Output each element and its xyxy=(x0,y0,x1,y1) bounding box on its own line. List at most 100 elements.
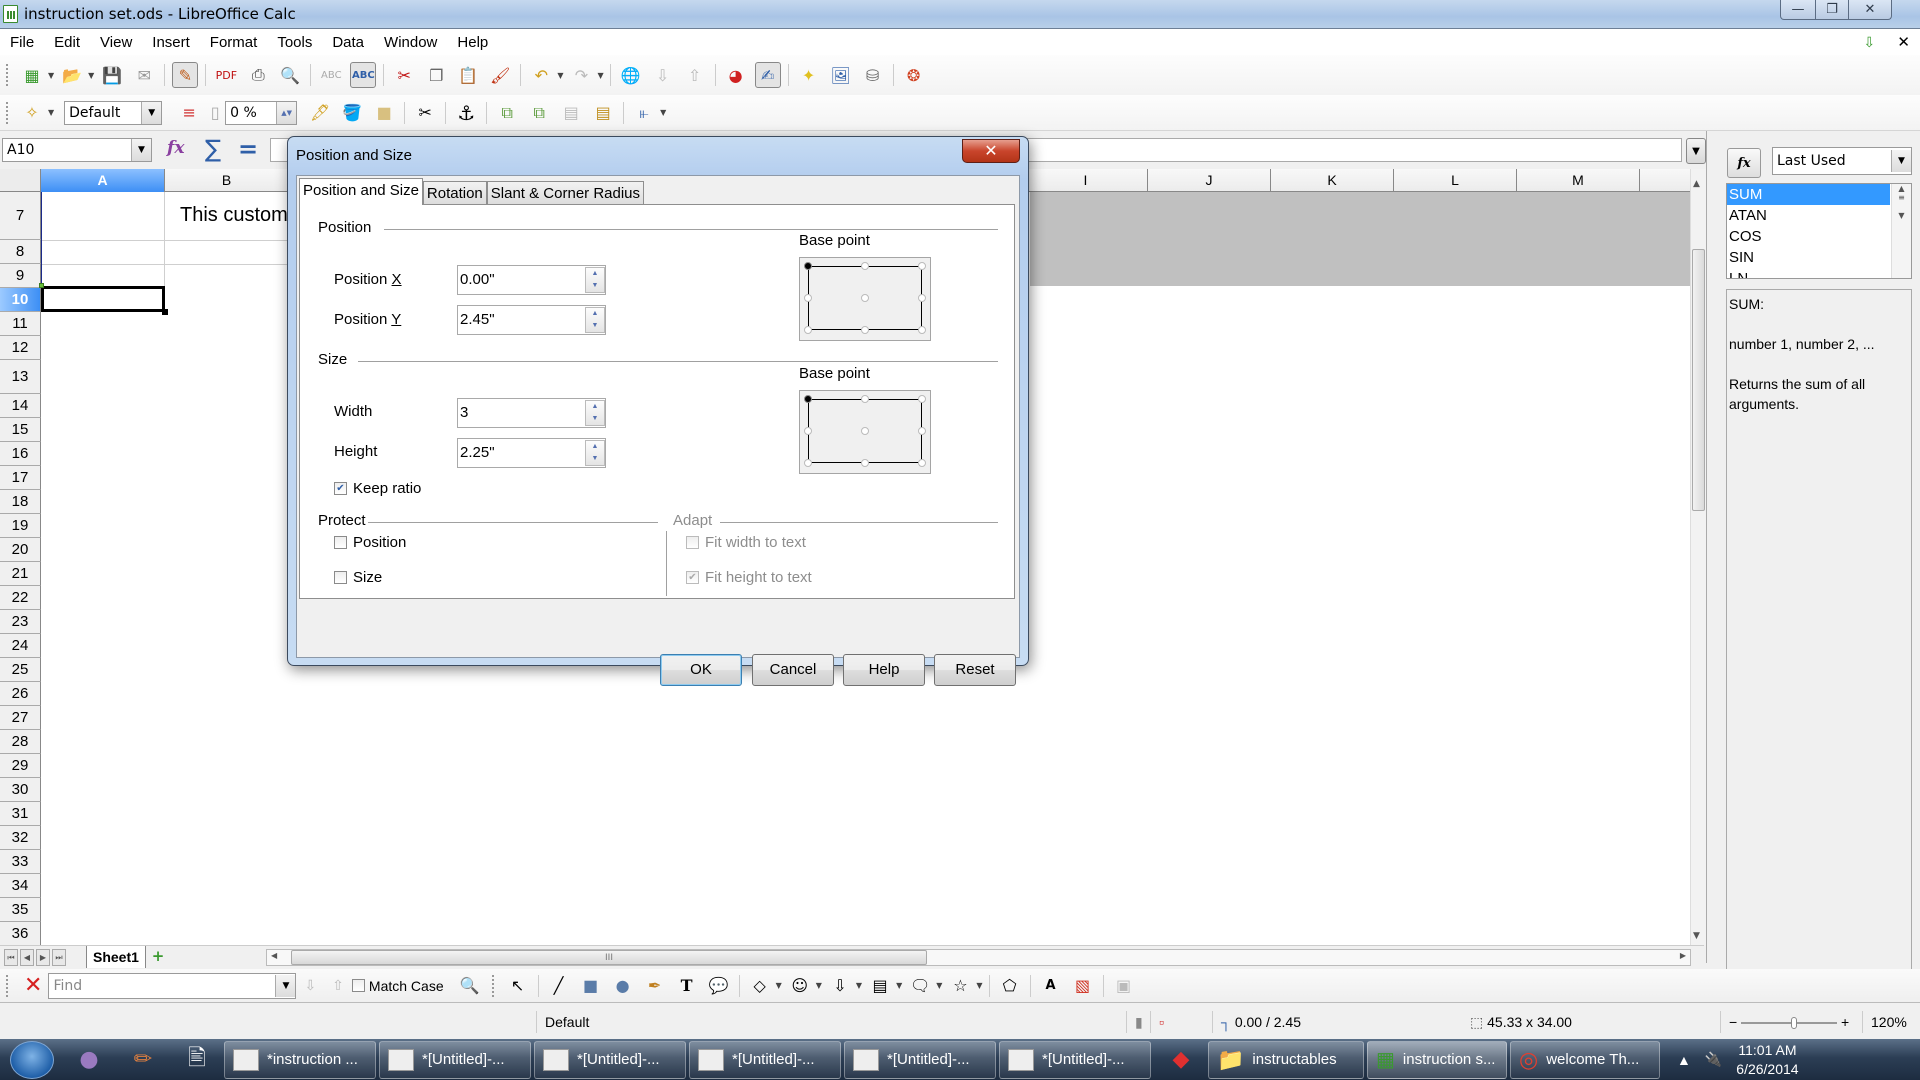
clone-formatting-icon[interactable]: 🖌 xyxy=(487,62,513,88)
vertical-scrollbar[interactable]: ▲ ▼ xyxy=(1690,169,1706,945)
function-item-sum[interactable]: SUM xyxy=(1727,184,1890,205)
sheet-tab-sheet1[interactable]: Sheet1 xyxy=(86,946,146,968)
task-instruction-doc[interactable]: *instruction ... xyxy=(224,1040,376,1079)
spin-down-icon[interactable]: ▼ xyxy=(592,322,599,330)
prev-sheet-icon[interactable]: ◀ xyxy=(20,949,34,966)
match-case-checkbox[interactable]: Match Case xyxy=(351,978,444,994)
row-header-7[interactable]: 7 xyxy=(0,192,41,240)
zoom-thumb[interactable] xyxy=(1791,1017,1798,1030)
select-all-corner[interactable] xyxy=(0,169,41,192)
function-item-ln[interactable]: LN xyxy=(1727,268,1890,278)
row-header-30[interactable]: 30 xyxy=(0,778,41,802)
undo-icon[interactable]: ↶ xyxy=(528,62,554,88)
checkbox-box[interactable] xyxy=(334,571,347,584)
zoom-in-icon[interactable]: + xyxy=(1841,1014,1849,1030)
fontwork-icon[interactable]: A xyxy=(1038,973,1064,999)
base-point-bottom-left[interactable] xyxy=(804,326,812,334)
rectangle-tool-icon[interactable]: ■ xyxy=(578,973,604,999)
ellipse-tool-icon[interactable]: ● xyxy=(610,973,636,999)
row-header-22[interactable]: 22 xyxy=(0,586,41,610)
protect-size-checkbox[interactable]: Size xyxy=(334,569,382,586)
find-next-icon[interactable]: ⇩ xyxy=(304,978,316,994)
maximize-button[interactable]: ❐ xyxy=(1815,0,1849,20)
open-dropdown-icon[interactable]: ▼ xyxy=(88,71,94,80)
row-header-13[interactable]: 13 xyxy=(0,360,41,394)
print-icon[interactable]: ⎙ xyxy=(245,62,271,88)
base-point-top-left[interactable] xyxy=(804,262,812,270)
block-arrows-icon[interactable]: ⇩ xyxy=(827,973,853,999)
row-header-25[interactable]: 25 xyxy=(0,658,41,682)
bring-to-front-icon[interactable]: ⧉ xyxy=(494,100,520,126)
callouts-dropdown-icon[interactable]: ▼ xyxy=(936,981,942,990)
wrap-off-icon[interactable]: ✂ xyxy=(412,100,438,126)
new-dropdown-icon[interactable]: ▼ xyxy=(48,71,54,80)
zoom-slider[interactable]: − + xyxy=(1720,1011,1860,1033)
row-header-24[interactable]: 24 xyxy=(0,634,41,658)
help-lifebuoy-icon[interactable]: ❂ xyxy=(901,62,927,88)
select-pointer-icon[interactable]: ↖ xyxy=(505,973,531,999)
start-button[interactable] xyxy=(10,1040,54,1079)
object-anchor-icon[interactable] xyxy=(39,283,44,288)
ok-button[interactable]: OK xyxy=(660,654,742,686)
to-background-icon[interactable]: ▤ xyxy=(558,100,584,126)
column-header-b[interactable]: B xyxy=(165,169,289,192)
menu-view[interactable]: View xyxy=(90,34,142,51)
menu-window[interactable]: Window xyxy=(374,34,447,51)
chevron-down-icon[interactable]: ▼ xyxy=(275,974,296,997)
base-point-top-right[interactable] xyxy=(918,395,926,403)
reset-button[interactable]: Reset xyxy=(934,654,1016,686)
function-category-select[interactable]: Last Used ▼ xyxy=(1772,147,1912,175)
base-point-middle-left[interactable] xyxy=(804,427,812,435)
line-width-icon[interactable]: ≡ xyxy=(176,100,202,126)
sum-icon[interactable]: ∑ xyxy=(205,135,221,163)
base-point-center[interactable] xyxy=(861,427,869,435)
writer-app-icon[interactable]: 🖹 xyxy=(176,1041,218,1079)
zoom-track[interactable] xyxy=(1741,1017,1838,1030)
style-combo[interactable]: Default ▼ xyxy=(64,100,163,125)
column-header-k[interactable]: K xyxy=(1271,169,1394,192)
spin-buttons[interactable]: ▲ ▼ xyxy=(585,307,605,333)
menu-format[interactable]: Format xyxy=(200,34,268,51)
column-header-l[interactable]: L xyxy=(1394,169,1517,192)
row-header-9[interactable]: 9 xyxy=(0,264,41,288)
checkbox-box[interactable] xyxy=(351,979,365,992)
menu-tools[interactable]: Tools xyxy=(267,34,322,51)
scroll-right-icon[interactable]: ▶ xyxy=(1680,951,1686,960)
base-point-top-center[interactable] xyxy=(861,262,869,270)
autospellcheck-icon[interactable]: ABC xyxy=(350,62,377,88)
block-arrows-dropdown-icon[interactable]: ▼ xyxy=(856,981,862,990)
close-window-button[interactable]: ✕ xyxy=(1848,0,1892,20)
zoom-level[interactable]: 120% xyxy=(1862,1011,1920,1033)
new-document-icon[interactable]: ▦ xyxy=(19,62,45,88)
row-header-14[interactable]: 14 xyxy=(0,394,41,418)
spin-down-icon[interactable]: ▼ xyxy=(592,455,599,463)
row-header-23[interactable]: 23 xyxy=(0,610,41,634)
cell-b7-text[interactable]: This custom xyxy=(180,204,288,227)
save-icon[interactable]: 💾 xyxy=(99,62,125,88)
spin-arrows-icon[interactable]: ▲▼ xyxy=(276,101,297,124)
task-untitled-2[interactable]: *[Untitled]-... xyxy=(534,1040,686,1079)
extrusion-toggle-icon[interactable]: ▣ xyxy=(1111,973,1137,999)
area-color-icon[interactable]: ■ xyxy=(371,100,397,126)
base-point-bottom-left[interactable] xyxy=(804,459,812,467)
draw-app-icon[interactable]: ✏ xyxy=(122,1041,164,1079)
row-header-33[interactable]: 33 xyxy=(0,850,41,874)
insert-function-button[interactable]: fx xyxy=(1727,148,1761,178)
eclipse-icon[interactable]: ● xyxy=(68,1041,110,1079)
task-untitled-4[interactable]: *[Untitled]-... xyxy=(844,1040,996,1079)
chevron-down-icon[interactable]: ▼ xyxy=(141,101,162,124)
task-instructables-folder[interactable]: 📁 instructables xyxy=(1208,1040,1364,1079)
row-header-26[interactable]: 26 xyxy=(0,682,41,706)
find-replace-icon[interactable]: 🔍 xyxy=(457,973,483,999)
sort-ascending-icon[interactable]: ⇩ xyxy=(650,62,676,88)
base-point-middle-left[interactable] xyxy=(804,294,812,302)
row-header-21[interactable]: 21 xyxy=(0,562,41,586)
spin-up-icon[interactable]: ▲ xyxy=(592,403,599,411)
active-cell-a10[interactable] xyxy=(41,286,168,315)
row-header-17[interactable]: 17 xyxy=(0,466,41,490)
copy-icon[interactable]: ❐ xyxy=(423,62,449,88)
row-header-28[interactable]: 28 xyxy=(0,730,41,754)
toolbar-grip[interactable] xyxy=(6,64,10,86)
find-input[interactable]: Find ▼ xyxy=(48,972,297,999)
base-point-top-left[interactable] xyxy=(804,395,812,403)
